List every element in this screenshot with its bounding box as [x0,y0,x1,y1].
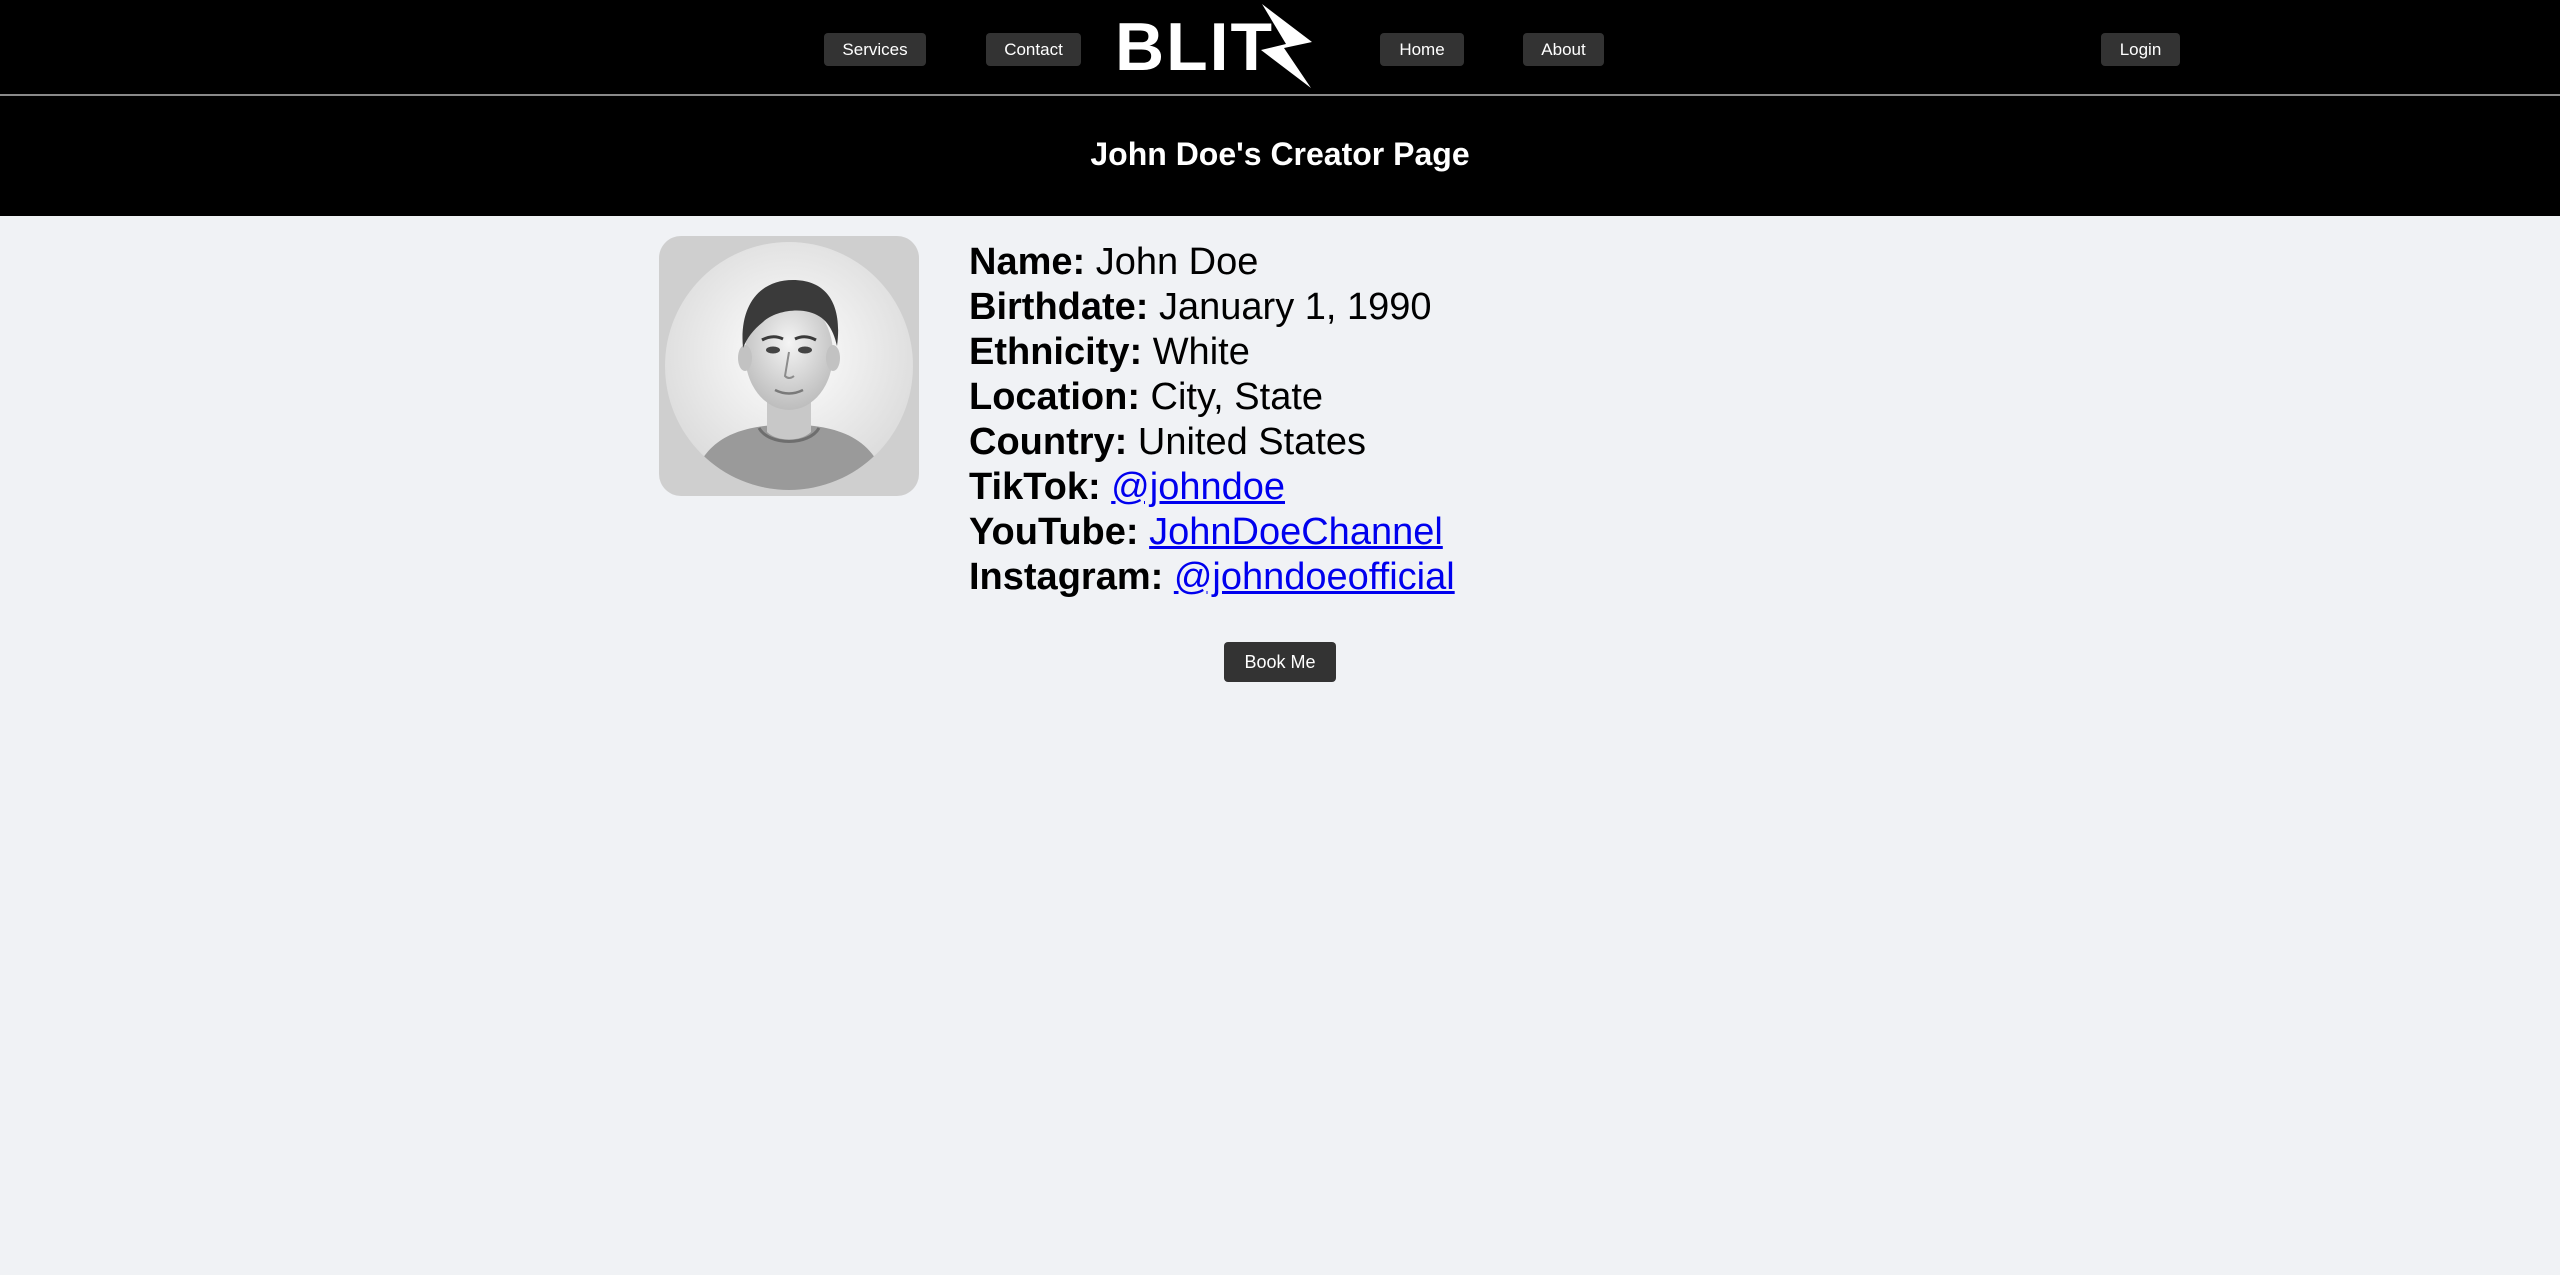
book-me-button[interactable]: Book Me [1224,642,1336,682]
field-label: YouTube: [969,511,1139,553]
profile-birthdate-row: Birthdate: January 1, 1990 [969,285,1455,330]
profile-tiktok-row: TikTok: @johndoe [969,465,1455,510]
field-label: Name: [969,241,1086,283]
person-portrait-icon [665,242,913,490]
field-value-name: John Doe [1095,241,1259,283]
profile-youtube-row: YouTube: JohnDoeChannel [969,510,1455,555]
avatar [659,236,919,496]
field-label: TikTok: [969,466,1101,508]
field-label: Ethnicity: [969,331,1143,373]
profile-instagram-row: Instagram: @johndoeofficial [969,555,1455,600]
field-label: Birthdate: [969,286,1149,328]
page-title: John Doe's Creator Page [1090,136,1470,172]
profile-country-row: Country: United States [969,420,1455,465]
nav-contact-button[interactable]: Contact [986,33,1081,66]
field-value-ethnicity: White [1152,331,1250,373]
lightning-bolt-icon [1261,4,1312,88]
profile-location-row: Location: City, State [969,375,1455,420]
field-value-birthdate: January 1, 1990 [1159,286,1432,328]
profile-name-row: Name: John Doe [969,240,1455,285]
field-label: Location: [969,376,1140,418]
field-label: Country: [969,421,1128,463]
field-value-country: United States [1137,421,1367,463]
nav-services-button[interactable]: Services [824,33,926,66]
nav-about-button[interactable]: About [1523,33,1604,66]
youtube-link[interactable]: JohnDoeChannel [1149,511,1443,553]
instagram-link[interactable]: @johndoeofficial [1174,556,1455,598]
top-navbar: Services Contact BLIT Home About Login [0,0,2560,96]
blitz-logo[interactable]: BLIT [1115,2,1315,90]
profile-ethnicity-row: Ethnicity: White [969,330,1455,375]
field-value-location: City, State [1150,376,1324,418]
page-banner: John Doe's Creator Page [0,96,2560,216]
login-button[interactable]: Login [2101,33,2180,66]
profile-info: Name: John Doe Birthdate: January 1, 199… [969,240,1455,600]
nav-home-button[interactable]: Home [1380,33,1464,66]
tiktok-link[interactable]: @johndoe [1111,466,1285,508]
field-label: Instagram: [969,556,1164,598]
